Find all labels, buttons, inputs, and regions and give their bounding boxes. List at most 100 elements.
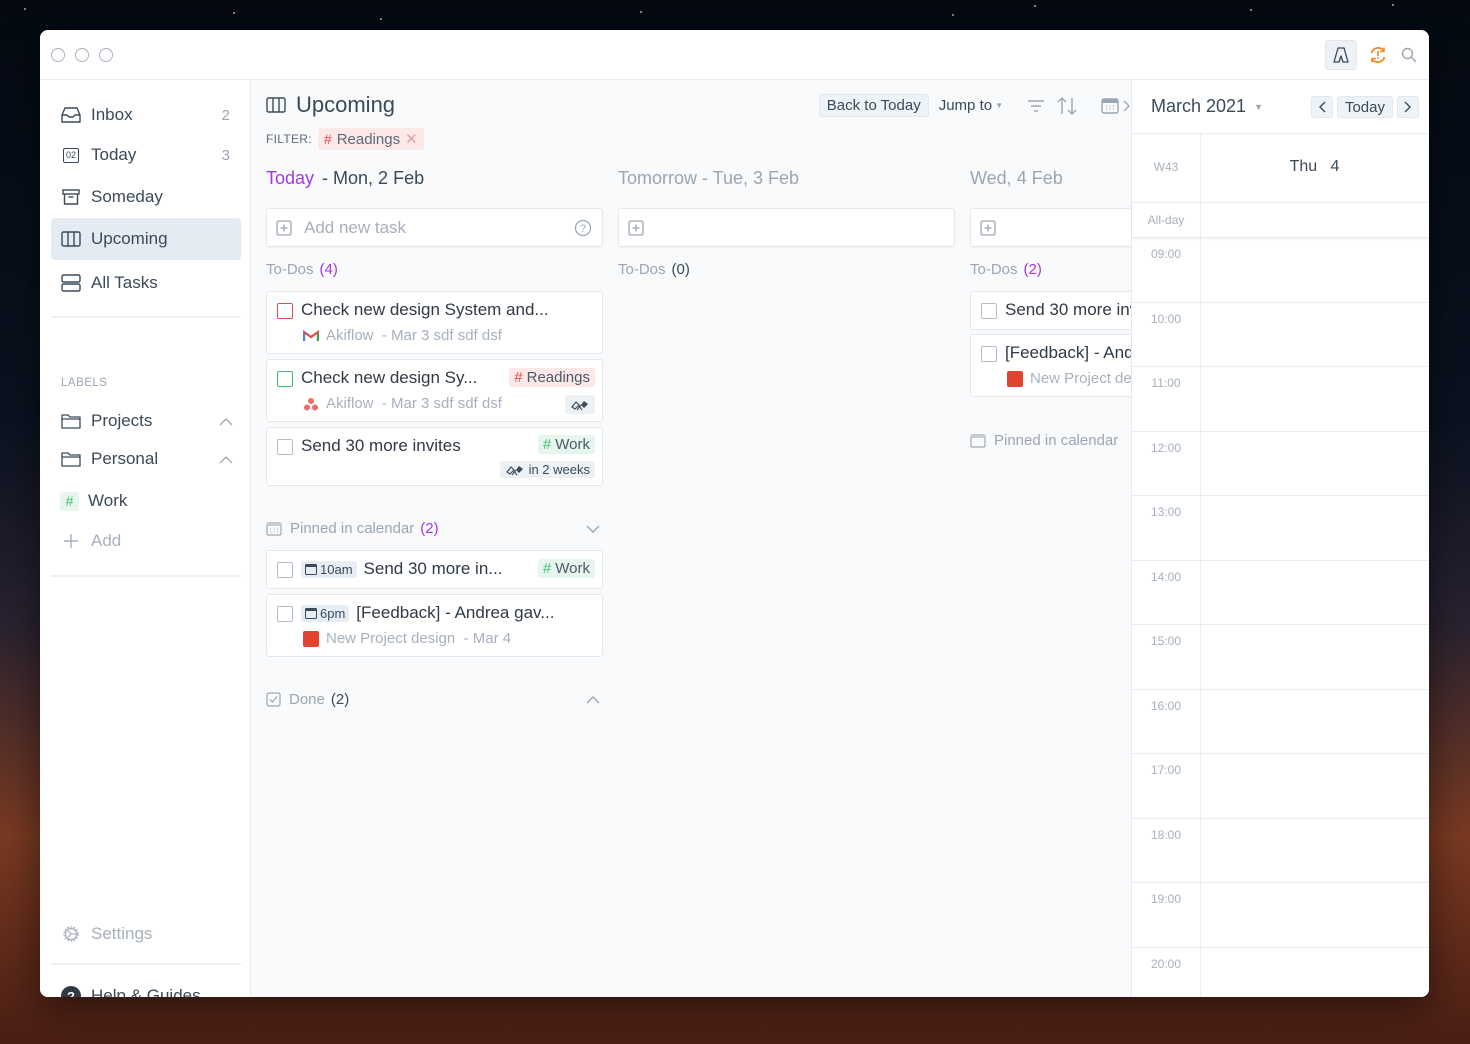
task-source: New Project design: [1030, 370, 1131, 387]
hour-slot[interactable]: 17:00: [1132, 754, 1429, 819]
hour-slot[interactable]: 11:00: [1132, 367, 1429, 432]
toggle-calendar-button[interactable]: [1101, 97, 1131, 114]
sidebar-label-projects[interactable]: Projects: [51, 401, 241, 441]
back-to-today-button[interactable]: Back to Today: [818, 94, 929, 117]
akiflow-logo-button[interactable]: [1325, 40, 1357, 70]
today-button[interactable]: Today: [1336, 96, 1393, 118]
task-checkbox[interactable]: [277, 371, 293, 387]
hour-slot[interactable]: 09:00: [1132, 238, 1429, 303]
task-checkbox[interactable]: [277, 562, 293, 578]
toolbar: Back to Today Jump to ▼: [818, 94, 1131, 117]
sidebar-item-label: Someday: [91, 187, 163, 206]
search-button[interactable]: [1399, 40, 1419, 70]
task-meta: Akiflow - Mar 3 sdf sdf dsf: [303, 327, 502, 344]
done-section-header[interactable]: Done (2): [266, 691, 603, 708]
todos-label: To-Dos: [970, 261, 1018, 278]
task-source: New Project design: [326, 630, 456, 647]
task-checkbox[interactable]: [277, 303, 293, 319]
maximize-window-button[interactable]: [99, 48, 113, 62]
pinned-section-header[interactable]: Pinned in calendar: [970, 432, 1118, 449]
month-selector[interactable]: March 2021 ▼: [1151, 96, 1263, 117]
task-checkbox[interactable]: [981, 303, 997, 319]
sidebar-item-today[interactable]: 02 Today 3: [51, 134, 241, 176]
tag-work[interactable]: # Work: [537, 559, 595, 578]
calendar-header: March 2021 ▼ Today: [1132, 80, 1429, 134]
hour-slot[interactable]: 15:00: [1132, 625, 1429, 690]
page-title: Upcoming: [266, 92, 395, 118]
task-card[interactable]: Check new design System and... Akiflow -…: [266, 291, 603, 354]
time-chip: 10am: [301, 560, 357, 578]
hour-slot[interactable]: 12:00: [1132, 432, 1429, 496]
chevron-up-icon[interactable]: [219, 411, 233, 431]
task-source: Akiflow: [326, 327, 374, 344]
sidebar-item-all-tasks[interactable]: All Tasks: [51, 262, 241, 304]
hour-slot[interactable]: 18:00: [1132, 819, 1429, 883]
close-window-button[interactable]: [51, 48, 65, 62]
filter-chip-label: Readings: [336, 130, 401, 148]
sidebar-item-upcoming[interactable]: Upcoming: [51, 218, 241, 260]
hour-slot[interactable]: 13:00: [1132, 496, 1429, 561]
task-checkbox[interactable]: [277, 606, 293, 622]
minimize-window-button[interactable]: [75, 48, 89, 62]
calendar-icon: [266, 521, 282, 536]
deadline-badge[interactable]: [565, 395, 595, 414]
chevron-down-icon[interactable]: [586, 525, 600, 533]
todos-label: To-Dos: [266, 261, 314, 278]
add-task-input[interactable]: Add new task ?: [266, 208, 603, 247]
sync-alert-button[interactable]: [1367, 40, 1389, 70]
pinned-task-card[interactable]: 6pm [Feedback] - Andrea gav... New Proje…: [266, 594, 603, 657]
hour-slot[interactable]: 16:00: [1132, 690, 1429, 754]
task-card[interactable]: Send 30 more invites: [970, 291, 1131, 330]
sidebar-item-label: Inbox: [91, 105, 133, 124]
task-card[interactable]: [Feedback] - Andrea gave New Project des…: [970, 334, 1131, 397]
deadline-badge[interactable]: in 2 weeks: [499, 461, 595, 478]
add-label-button[interactable]: Add: [51, 521, 241, 561]
sidebar-item-inbox[interactable]: Inbox 2: [51, 94, 241, 136]
hour-slot[interactable]: 14:00: [1132, 561, 1429, 625]
add-task-input[interactable]: [618, 208, 955, 247]
sidebar-label-personal[interactable]: Personal: [51, 439, 241, 479]
prev-button[interactable]: [1310, 96, 1333, 118]
todos-section-header[interactable]: To-Dos (2): [970, 261, 1042, 278]
task-checkbox[interactable]: [277, 439, 293, 455]
hour-slot[interactable]: 19:00: [1132, 883, 1429, 948]
tag-readings[interactable]: # Readings: [509, 368, 595, 387]
chevron-up-icon[interactable]: [219, 449, 233, 469]
sidebar-item-help[interactable]: ? Help & Guides: [51, 975, 241, 997]
search-icon: [1401, 47, 1417, 63]
task-card[interactable]: Check new design Sy... # Readings Akiflow…: [266, 359, 603, 422]
add-task-input[interactable]: [970, 208, 1131, 247]
sidebar-item-someday[interactable]: Someday: [51, 176, 241, 218]
titlebar: [40, 30, 1429, 80]
hour-slot[interactable]: 20:00: [1132, 948, 1429, 998]
done-count: (2): [330, 691, 350, 708]
pinned-label: Pinned in calendar: [290, 520, 415, 537]
todos-section-header[interactable]: To-Dos (0): [618, 261, 690, 278]
tag-work[interactable]: # Work: [537, 435, 595, 454]
todos-section-header[interactable]: To-Dos (4): [266, 261, 338, 278]
hour-slot[interactable]: 10:00: [1132, 303, 1429, 367]
jump-to-dropdown[interactable]: Jump to ▼: [939, 97, 1003, 114]
today-count: 3: [221, 146, 230, 164]
chevron-up-icon[interactable]: [586, 695, 600, 704]
task-title: [Feedback] - Andrea gav...: [356, 603, 555, 622]
sidebar-item-settings[interactable]: Settings: [51, 913, 241, 955]
todos-count: (2): [1023, 261, 1042, 278]
plus-square-icon: [276, 219, 292, 236]
pinned-task-card[interactable]: 10am Send 30 more in... # Work: [266, 550, 603, 589]
sort-arrows-icon: [1057, 96, 1077, 115]
pinned-section-header[interactable]: Pinned in calendar (2): [266, 520, 603, 537]
week-number: W43: [1153, 160, 1179, 174]
help-button[interactable]: ?: [574, 219, 592, 242]
hour-label: 16:00: [1150, 698, 1182, 713]
folder-icon: [60, 410, 82, 432]
task-checkbox[interactable]: [981, 346, 997, 362]
sort-button[interactable]: [1057, 96, 1077, 115]
next-button[interactable]: [1397, 96, 1419, 118]
filter-chip-readings[interactable]: # Readings ✕: [317, 128, 424, 150]
filter-lines-button[interactable]: [1027, 99, 1045, 113]
close-icon[interactable]: ✕: [405, 130, 418, 148]
task-card[interactable]: Send 30 more invites # Work in 2 weeks: [266, 427, 603, 486]
sidebar-label-work[interactable]: # Work: [51, 481, 241, 521]
allday-row[interactable]: All-day: [1132, 203, 1429, 238]
